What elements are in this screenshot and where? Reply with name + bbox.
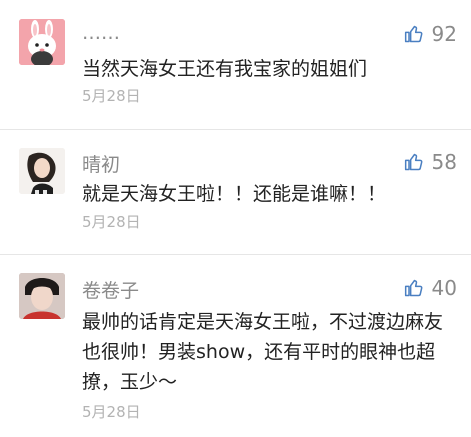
like-button[interactable]: 58 (404, 150, 457, 174)
thumbs-up-icon (404, 153, 423, 171)
comment-date: 5月28日 (82, 213, 141, 231)
like-count: 40 (431, 276, 457, 300)
like-count: 58 (431, 150, 457, 174)
comment-text: 最帅的话肯定是天海女王啦，不过渡边麻友也很帅！男装show，还有平时的眼神也超撩… (82, 311, 444, 393)
comment-date: 5月28日 (82, 87, 141, 105)
divider (0, 254, 471, 255)
portrait-avatar-image (19, 148, 65, 194)
comment-text: 就是天海女王啦！！还能是谁嘛！！ (82, 183, 387, 205)
divider (0, 129, 471, 130)
bunny-avatar-image (19, 19, 65, 65)
thumbs-up-icon (404, 25, 423, 43)
like-button[interactable]: 40 (404, 276, 457, 300)
thumbs-up-icon (404, 279, 423, 297)
comment-username[interactable]: …… (82, 22, 120, 44)
avatar[interactable] (19, 19, 65, 65)
comment-username[interactable]: 卷卷子 (82, 276, 139, 303)
comment-item: …… 92 当然天海女王还有我宝家的姐姐们 5月28日 (0, 0, 471, 130)
comment-date: 5月28日 (82, 403, 141, 421)
portrait-avatar-image (19, 273, 65, 319)
comment-text: 当然天海女王还有我宝家的姐姐们 (82, 58, 368, 80)
like-count: 92 (431, 22, 457, 46)
avatar[interactable] (19, 148, 65, 194)
comment-username[interactable]: 晴初 (82, 150, 120, 177)
avatar[interactable] (19, 273, 65, 319)
like-button[interactable]: 92 (404, 22, 457, 46)
